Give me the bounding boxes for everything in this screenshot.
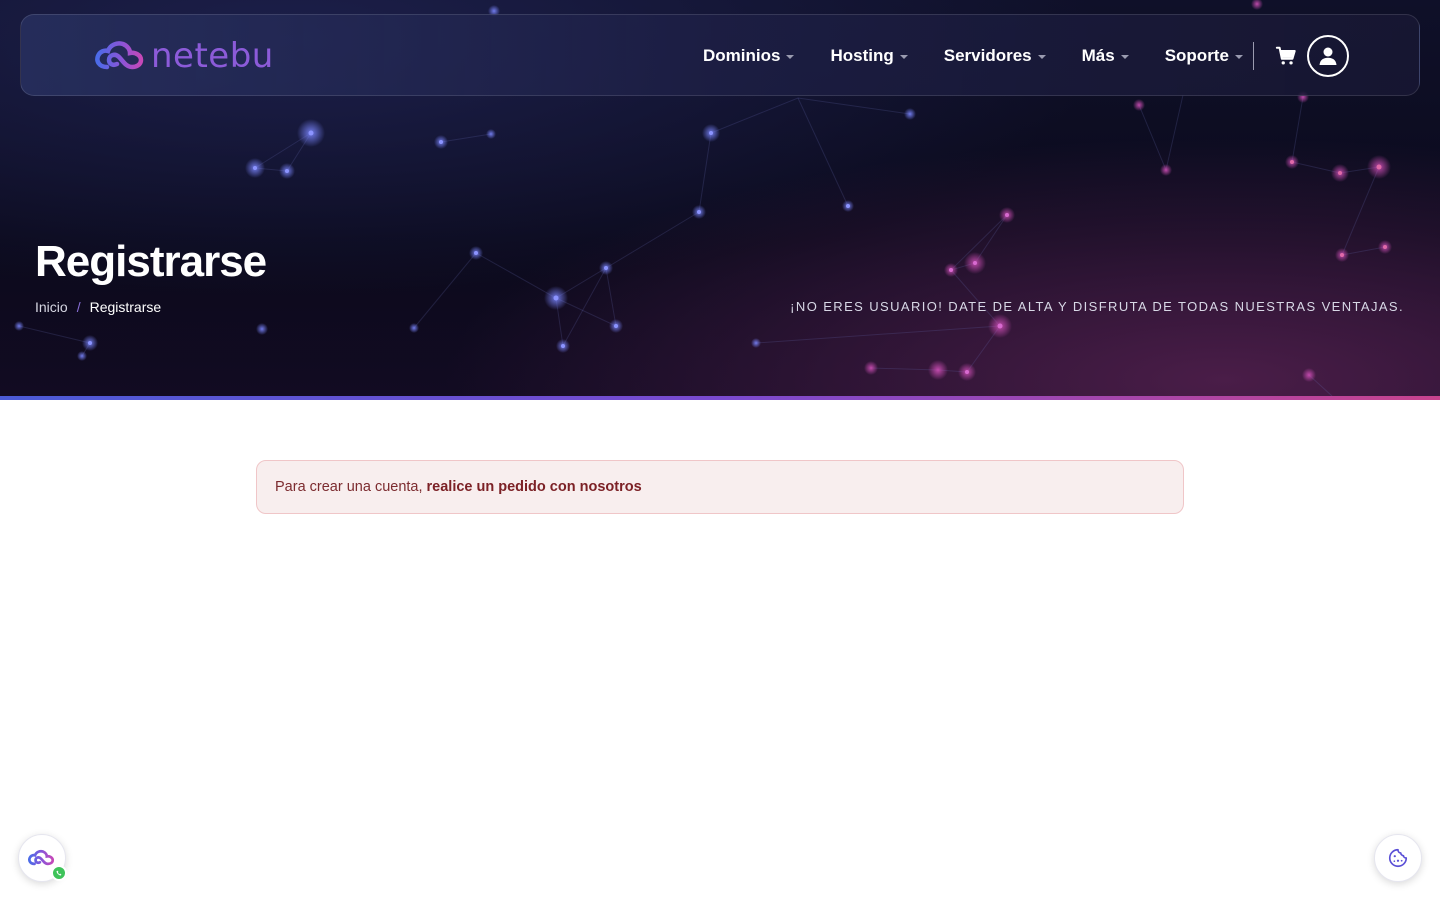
brand-logo[interactable]: netebu <box>93 37 274 75</box>
whatsapp-chat-button[interactable] <box>18 834 67 882</box>
nav-soporte[interactable]: Soporte <box>1165 46 1243 66</box>
hero-tagline: ¡NO ERES USUARIO! DATE DE ALTA Y DISFRUT… <box>790 299 1404 314</box>
shopping-cart-icon[interactable] <box>1275 45 1297 67</box>
nav-dominios-label: Dominios <box>703 46 781 65</box>
cookie-settings-button[interactable] <box>1374 834 1422 882</box>
breadcrumb: Inicio / Registrarse <box>35 298 161 316</box>
main-menu: Dominios Hosting Servidores Más Soporte <box>703 43 1279 69</box>
caret-down-icon <box>899 55 908 59</box>
cloud-logo-icon <box>28 849 55 866</box>
breadcrumb-current: Registrarse <box>89 299 162 315</box>
nav-dominios[interactable]: Dominios <box>703 46 795 66</box>
hero-gradient-divider <box>0 396 1440 400</box>
cloud-logo-icon <box>95 41 144 70</box>
nav-mas[interactable]: Más <box>1082 46 1129 66</box>
cookie-icon <box>1388 848 1408 868</box>
user-circle-icon <box>1319 47 1337 65</box>
nav-servidores-label: Servidores <box>943 46 1032 65</box>
nav-servidores[interactable]: Servidores <box>944 46 1046 66</box>
brand-name: netebu <box>151 36 274 76</box>
alert-order-link[interactable]: realice un pedido con nosotros <box>427 479 642 495</box>
nav-divider <box>1253 42 1254 70</box>
caret-down-icon <box>1234 55 1243 59</box>
whatsapp-icon <box>51 865 67 881</box>
caret-down-icon <box>1120 55 1129 59</box>
caret-down-icon <box>786 55 795 59</box>
nav-soporte-label: Soporte <box>1164 46 1229 65</box>
breadcrumb-home-link[interactable]: Inicio <box>35 298 68 316</box>
nav-hosting[interactable]: Hosting <box>830 46 908 66</box>
user-account-button[interactable] <box>1307 35 1349 77</box>
caret-down-icon <box>1037 55 1046 59</box>
nav-mas-label: Más <box>1081 46 1115 65</box>
hero-banner: netebu Dominios Hosting Servidores Más S… <box>0 0 1440 400</box>
top-navbar: netebu Dominios Hosting Servidores Más S… <box>20 14 1420 96</box>
info-alert: Para crear una cuenta, realice un pedido… <box>256 460 1184 514</box>
breadcrumb-separator: / <box>76 299 81 315</box>
nav-hosting-label: Hosting <box>830 46 894 65</box>
alert-text: Para crear una cuenta, <box>275 479 423 495</box>
page-title: Registrarse <box>35 237 267 286</box>
